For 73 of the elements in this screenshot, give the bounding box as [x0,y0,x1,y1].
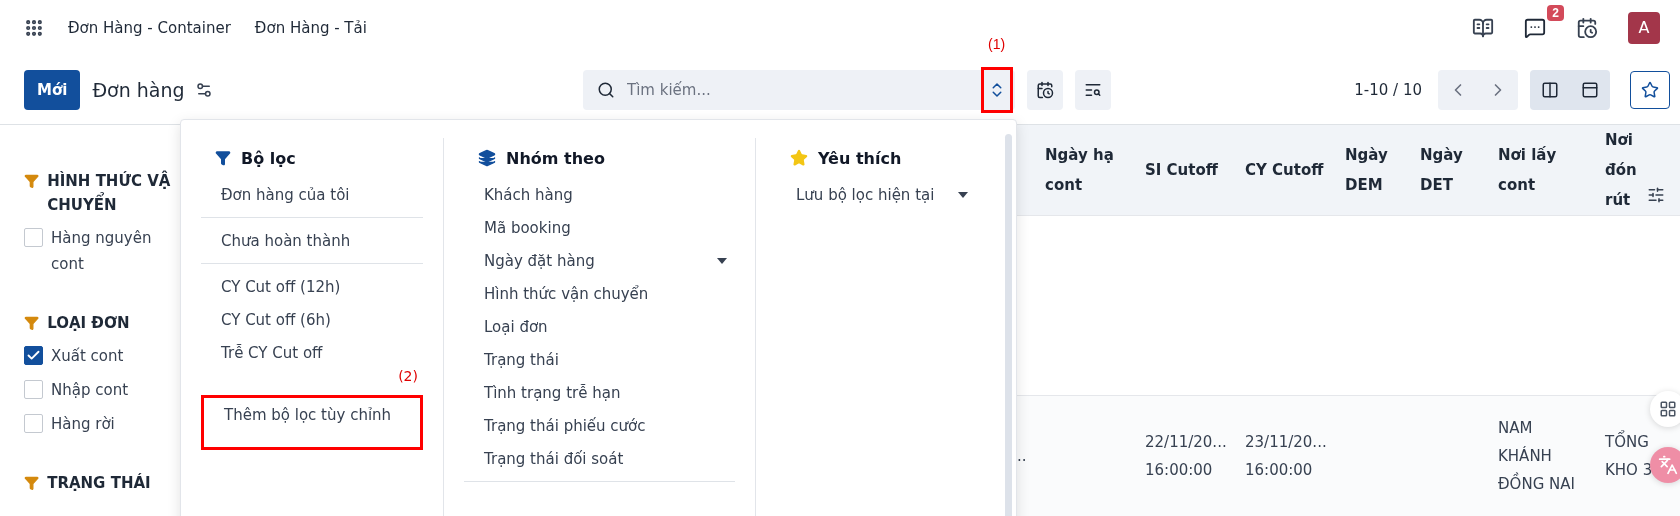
column-header: SI Cutoff [1145,160,1219,181]
group-by-option[interactable]: Mã booking [464,211,735,244]
book-icon[interactable] [1472,16,1494,39]
panel-title: Nhóm theo [506,148,605,168]
table-cell-text: NAM KHÁNH ĐỒNG NAI [1498,418,1575,495]
section-title: HÌNH THỨC VẬ CHUYỂN [47,170,172,216]
nav-menu-item[interactable]: Đơn Hàng - Container [68,18,231,37]
scrollbar[interactable] [1005,134,1012,516]
group-by-option[interactable]: Loại đơn [464,310,735,343]
pager-value: 1-10 / 10 [1354,80,1422,99]
funnel-icon [24,475,40,491]
section-title: LOẠI ĐƠN [47,313,131,334]
new-button[interactable]: Mới [24,69,81,110]
table-cell-text: 22/11/20... 16:00:00 [1145,432,1227,481]
filter-option[interactable]: Chưa hoàn thành [201,224,359,257]
settings-icon[interactable] [194,80,213,99]
star-icon [790,149,808,167]
layers-icon [478,149,496,167]
columns-icon [1541,80,1559,99]
table-cell: TỔNG KHO 3 [1605,428,1653,484]
caret-icon [958,191,968,198]
panel-title: Bộ lọc [241,148,296,168]
group-by-option[interactable]: Trạng thái [464,343,735,376]
panel-title: Yêu thích [818,148,902,168]
table-cell-text: .. [1017,446,1027,467]
annotation-label: (2) [398,368,418,384]
checkbox-option[interactable]: Hàng nguyên cont [24,225,164,277]
column-header: Ngày DET [1420,145,1464,196]
column-header: Ngày hạ cont [1045,145,1115,196]
group-by-option[interactable]: Hình thức vận chuyển [464,277,735,310]
checkbox-option[interactable]: Nhập cont [24,377,164,403]
annotation-label: (1) [988,35,1006,52]
checkbox-option[interactable]: Hàng rời [24,411,164,437]
calendar-clock-icon [1036,80,1054,99]
caret-icon [717,257,727,264]
filter-option[interactable]: CY Cut off (6h) [201,303,339,336]
apps-button[interactable] [1650,391,1680,427]
panel-icon [1581,80,1599,99]
filter-option[interactable]: Đơn hàng của tôi [201,178,358,211]
star-button[interactable] [1630,70,1670,109]
sliders-icon[interactable] [1646,186,1665,204]
calendar-clock-button[interactable] [1027,69,1063,110]
translate-icon [1658,455,1678,475]
funnel-icon [24,315,40,331]
column-header: Nơi đón rút [1605,130,1638,211]
filter-option[interactable]: Trễ CY Cut off [201,336,331,369]
filter-option[interactable]: CY Cut off (12h) [201,270,349,303]
calendar-clock-icon[interactable] [1576,16,1598,39]
chat-icon[interactable] [1524,16,1546,39]
star-icon [1641,80,1659,99]
group-by-option[interactable]: Khách hàng [464,178,735,211]
column-header: Ngày DEM [1345,145,1389,196]
message-count-badge: 2 [1547,4,1564,21]
check-icon [26,348,41,363]
section-title: TRẠNG THÁI [47,472,152,494]
group-by-option[interactable]: Trạng thái phiếu cước [464,409,735,442]
column-header: Nơi lấy cont [1498,145,1558,196]
column-header: CY Cutoff [1245,160,1325,181]
grid-icon [1659,400,1677,418]
funnel-icon [24,173,40,189]
checkbox-option[interactable]: Xuất cont [24,343,164,369]
funnel-icon [215,150,231,166]
search-icon [597,80,615,99]
group-by-option[interactable]: Trạng thái đối soát [464,442,735,475]
group-by-option[interactable]: Tình trạng trễ hạn [464,376,735,409]
user-avatar[interactable]: A [1628,11,1660,44]
list-search-button[interactable] [1075,69,1111,110]
group-by-option[interactable]: Ngày đặt hàng [464,244,735,277]
favorite-option[interactable]: Lưu bộ lọc hiện tại [776,178,976,211]
breadcrumb: Đơn hàng [92,78,185,101]
apps-menu-icon[interactable] [24,17,44,38]
nav-menu-item[interactable]: Đơn Hàng - Tải [254,18,367,37]
table-cell-text: 23/11/20... 16:00:00 [1245,432,1327,481]
